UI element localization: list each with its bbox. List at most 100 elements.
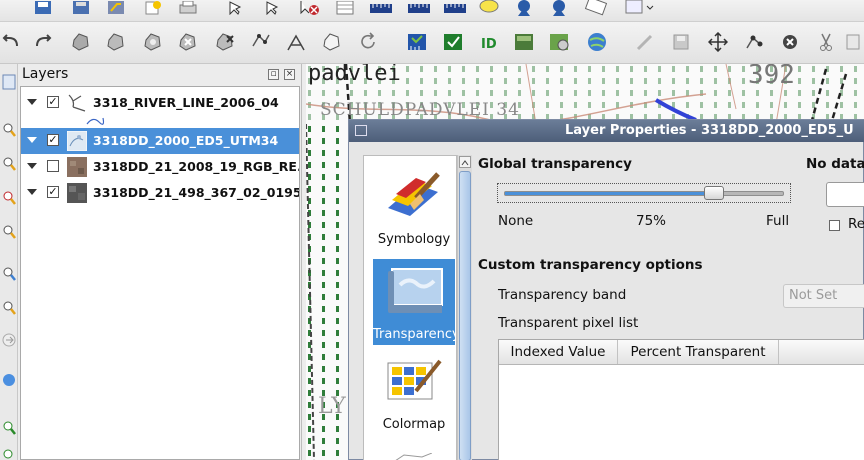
layer-row-river-line[interactable]: ✓ 3318_RIVER_LINE_2006_04 xyxy=(21,90,299,116)
transparency-band-select[interactable]: Not Set xyxy=(783,284,864,308)
zoom-selection-icon[interactable] xyxy=(0,262,18,286)
reshape-icon[interactable] xyxy=(250,30,272,54)
custom-transparency-heading: Custom transparency options xyxy=(478,257,703,273)
measure-angle-icon[interactable] xyxy=(443,0,467,16)
attribute-table-icon[interactable] xyxy=(334,0,356,16)
close-panel-icon[interactable]: × xyxy=(284,69,295,80)
expand-arrow-icon[interactable] xyxy=(27,189,37,195)
transparency-max-label: Full xyxy=(766,213,790,229)
dialog-titlebar[interactable]: Layer Properties - 3318DD_2000_ED5_U xyxy=(349,120,864,142)
delete-ring-icon[interactable] xyxy=(177,30,199,54)
layer-row-0195[interactable]: ✓ 3318DD_21_498_367_02_0195_... xyxy=(21,180,299,206)
map-label-number: 392 xyxy=(748,64,795,90)
nodata-value-input[interactable] xyxy=(826,182,864,207)
line-symbol-legend-icon xyxy=(85,114,105,128)
split-features-icon[interactable] xyxy=(285,30,307,54)
layer-visibility-checkbox[interactable]: ✓ xyxy=(47,134,59,146)
delete-selected-icon[interactable] xyxy=(779,30,801,54)
tab-transparency[interactable]: Transparency xyxy=(373,259,455,345)
expand-arrow-icon[interactable] xyxy=(27,137,37,143)
zoom-full-icon[interactable] xyxy=(0,186,18,210)
float-panel-icon[interactable]: ▫ xyxy=(268,69,279,80)
layer-visibility-checkbox[interactable]: ✓ xyxy=(47,186,59,198)
text-annotation-icon[interactable] xyxy=(585,0,607,16)
column-header-indexed-value[interactable]: Indexed Value xyxy=(499,340,618,364)
transparent-pixel-table[interactable]: Indexed Value Percent Transparent xyxy=(498,339,864,460)
column-header-percent-transparent[interactable]: Percent Transparent xyxy=(618,340,779,364)
file-toolbar xyxy=(0,0,864,22)
window-menu-icon[interactable] xyxy=(355,125,367,136)
zoom-extent-icon[interactable] xyxy=(0,444,18,460)
postgis-layer-icon[interactable] xyxy=(548,30,572,54)
undo-icon[interactable] xyxy=(0,30,22,54)
fill-ring-icon[interactable] xyxy=(142,30,164,54)
add-vector-icon[interactable] xyxy=(442,30,466,54)
pan-hand-icon[interactable] xyxy=(0,70,18,94)
move-feature-icon[interactable] xyxy=(707,30,729,54)
merge-features-icon[interactable] xyxy=(321,30,343,54)
identify-icon[interactable]: ID xyxy=(478,30,502,54)
measure-line-icon[interactable] xyxy=(369,0,393,16)
new-print-icon[interactable] xyxy=(142,0,164,16)
layer-name: 3318DD_21_2008_19_RGB_RE... xyxy=(93,159,299,174)
slider-handle[interactable] xyxy=(704,186,724,200)
tab-label: Transparency xyxy=(373,327,455,342)
next-tab-icon xyxy=(392,452,433,460)
add-part-icon[interactable] xyxy=(105,30,127,54)
add-ring-icon[interactable] xyxy=(70,30,92,54)
tab-colormap[interactable]: Colormap xyxy=(373,349,455,435)
zoom-out-icon[interactable] xyxy=(0,152,18,176)
nodata-checkbox[interactable] xyxy=(829,220,840,231)
paintbrush-icon xyxy=(388,172,440,216)
copy-features-icon[interactable] xyxy=(844,30,864,54)
layer-properties-dialog: Layer Properties - 3318DD_2000_ED5_U Sym… xyxy=(348,119,864,460)
refresh-icon[interactable] xyxy=(357,30,379,54)
capture-point-icon[interactable] xyxy=(634,30,656,54)
save-edits-icon[interactable] xyxy=(670,30,692,54)
layer-row-ed5-utm34[interactable]: ✓ 3318DD_2000_ED5_UTM34 xyxy=(21,128,299,154)
layer-visibility-checkbox[interactable]: ✓ xyxy=(47,96,59,108)
expand-arrow-icon[interactable] xyxy=(27,99,37,105)
svg-text:ID: ID xyxy=(481,37,497,52)
transparency-band-label: Transparency band xyxy=(498,287,627,303)
map-tips-icon[interactable] xyxy=(478,0,500,16)
save-as-icon[interactable] xyxy=(70,0,92,16)
print-composer-icon[interactable] xyxy=(105,0,127,16)
cut-features-icon[interactable] xyxy=(815,30,837,54)
layer-name: 3318DD_2000_ED5_UTM34 xyxy=(93,133,279,148)
node-tool-icon[interactable] xyxy=(743,30,765,54)
edit-toolbar: ID xyxy=(0,22,864,64)
transparency-slider[interactable] xyxy=(497,183,791,203)
zoom-layer-icon[interactable] xyxy=(0,220,18,244)
scroll-up-icon[interactable] xyxy=(459,156,471,168)
map-label-schuldpadvlei: SCHULDPADVLEI 34 xyxy=(320,100,520,120)
new-bookmark-icon[interactable] xyxy=(513,0,535,16)
zoom-native-icon[interactable] xyxy=(0,416,18,440)
layer-visibility-checkbox[interactable] xyxy=(47,160,59,172)
save-project-icon[interactable] xyxy=(32,0,54,16)
show-bookmarks-icon[interactable] xyxy=(548,0,570,16)
table-header: Indexed Value Percent Transparent xyxy=(499,340,864,365)
zoom-last-icon[interactable] xyxy=(0,296,18,320)
tab-symbology[interactable]: Symbology xyxy=(373,164,455,250)
delete-part-icon[interactable] xyxy=(214,30,236,54)
add-raster-measure-icon[interactable] xyxy=(406,30,430,54)
printer-icon[interactable] xyxy=(177,0,199,16)
deselect-icon[interactable] xyxy=(298,0,320,16)
measure-area-icon[interactable] xyxy=(407,0,431,16)
help-menu-icon[interactable] xyxy=(622,0,656,16)
redo-icon[interactable] xyxy=(32,30,54,54)
scrollbar-thumb[interactable] xyxy=(459,171,471,460)
pan-map-icon[interactable] xyxy=(225,0,247,16)
raster-layer-icon[interactable] xyxy=(513,30,537,54)
zoom-in-icon[interactable] xyxy=(0,118,18,142)
layer-name: 3318DD_21_498_367_02_0195_... xyxy=(93,185,299,200)
refresh-map-icon[interactable] xyxy=(0,368,18,392)
select-icon[interactable] xyxy=(262,0,284,16)
zoom-next-arrow-icon[interactable] xyxy=(0,328,18,352)
slider-fill xyxy=(505,192,714,195)
tab-list-scrollbar[interactable] xyxy=(457,155,472,460)
expand-arrow-icon[interactable] xyxy=(27,163,37,169)
wms-layer-icon[interactable] xyxy=(585,30,609,54)
layer-row-rgb[interactable]: 3318DD_21_2008_19_RGB_RE... xyxy=(21,154,299,180)
